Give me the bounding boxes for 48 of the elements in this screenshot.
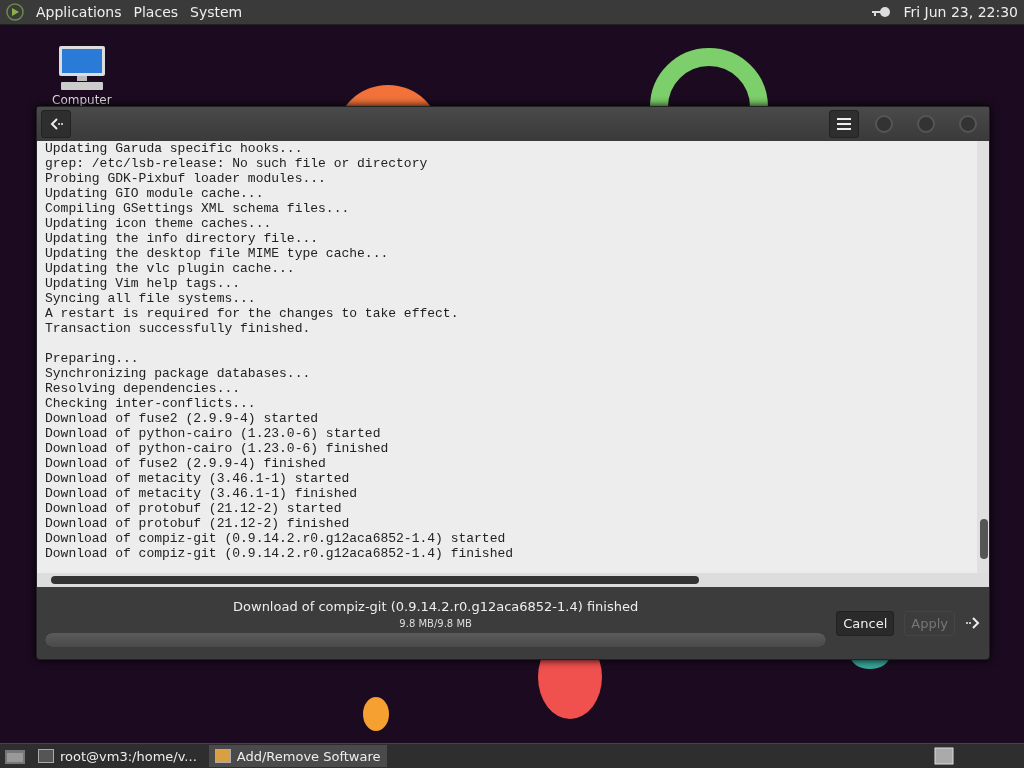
size-text: 9.8 MB/9.8 MB <box>399 618 472 629</box>
panel-menu[interactable]: Applications <box>36 4 122 20</box>
log-line: Updating Vim help tags... <box>45 276 242 291</box>
log-line: Updating icon theme caches... <box>45 216 273 231</box>
log-line: Download of metacity (3.46.1-1) finished <box>45 486 359 501</box>
log-line: Compiling GSettings XML schema files... <box>45 201 351 216</box>
panel-menu[interactable]: Places <box>133 4 179 20</box>
log-line: Download of metacity (3.46.1-1) started <box>45 471 351 486</box>
dialog-button[interactable]: Cancel <box>836 610 895 636</box>
log-line: Updating the desktop file MIME type cache... <box>45 246 390 261</box>
log-line: A restart is required for the changes to take effect. <box>45 306 460 321</box>
log-line: Updating Garuda specific hooks... <box>45 141 304 156</box>
log-line: Probing GDK-Pixbuf loader modules... <box>45 171 327 186</box>
log-line: Preparing... <box>45 351 140 366</box>
log-line: Updating GIO module cache... <box>45 186 265 201</box>
vertical-scrollbar[interactable] <box>977 141 989 573</box>
log-line: Updating the info directory file... <box>45 231 320 246</box>
log-line: Download of fuse2 (2.9.9-4) started <box>45 411 320 426</box>
forward-icon[interactable] <box>965 616 981 630</box>
log-line: Download of compiz-git (0.9.14.2.r0.g12aca6852-1.4) finished <box>45 546 515 561</box>
log-line: Synchronizing package databases... <box>45 366 312 381</box>
horizontal-scrollbar[interactable] <box>37 573 989 587</box>
task-button[interactable]: root@vm3:/home/v... <box>32 745 203 767</box>
log-line: Resolving dependencies... <box>45 381 242 396</box>
back-icon <box>49 117 63 131</box>
log-line: grep: /etc/lsb-release: No such file or directory <box>45 156 429 171</box>
panel-menu[interactable]: System <box>190 4 243 20</box>
icon-label: Computer <box>52 93 112 107</box>
log-line: Download of fuse2 (2.9.9-4) finished <box>45 456 327 471</box>
log-line: Download of compiz-git (0.9.14.2.r0.g12aca6852-1.4) started <box>45 531 507 546</box>
log-line: Download of python-cairo (1.23.0-6) started <box>45 426 382 441</box>
menu-icon <box>837 118 851 130</box>
log-line: Updating the vlc plugin cache... <box>45 261 296 276</box>
logo-icon[interactable] <box>6 3 24 21</box>
log-line: Syncing all file systems... <box>45 291 257 306</box>
computer-icon[interactable] <box>56 45 107 91</box>
log-line: Checking inter-conflicts... <box>45 396 257 411</box>
status-text: Download of compiz-git (0.9.14.2.r0.g12aca6852-1.4) finished <box>233 599 639 614</box>
log-line: Transaction successfully finished. <box>45 321 312 336</box>
desktop-icon[interactable] <box>4 747 26 765</box>
log-line: Download of python-cairo (1.23.0-6) finished <box>45 441 390 456</box>
log-line: Download of protobuf (21.12-2) started <box>45 501 343 516</box>
clock[interactable]: Fri Jun 23, 22:30 <box>903 4 1018 20</box>
task-button[interactable]: Add/Remove Software <box>208 745 387 767</box>
menu-button[interactable] <box>829 110 859 138</box>
back-button[interactable] <box>41 110 71 138</box>
key-icon[interactable] <box>871 6 892 18</box>
log-line: Download of protobuf (21.12-2) finished <box>45 516 351 531</box>
